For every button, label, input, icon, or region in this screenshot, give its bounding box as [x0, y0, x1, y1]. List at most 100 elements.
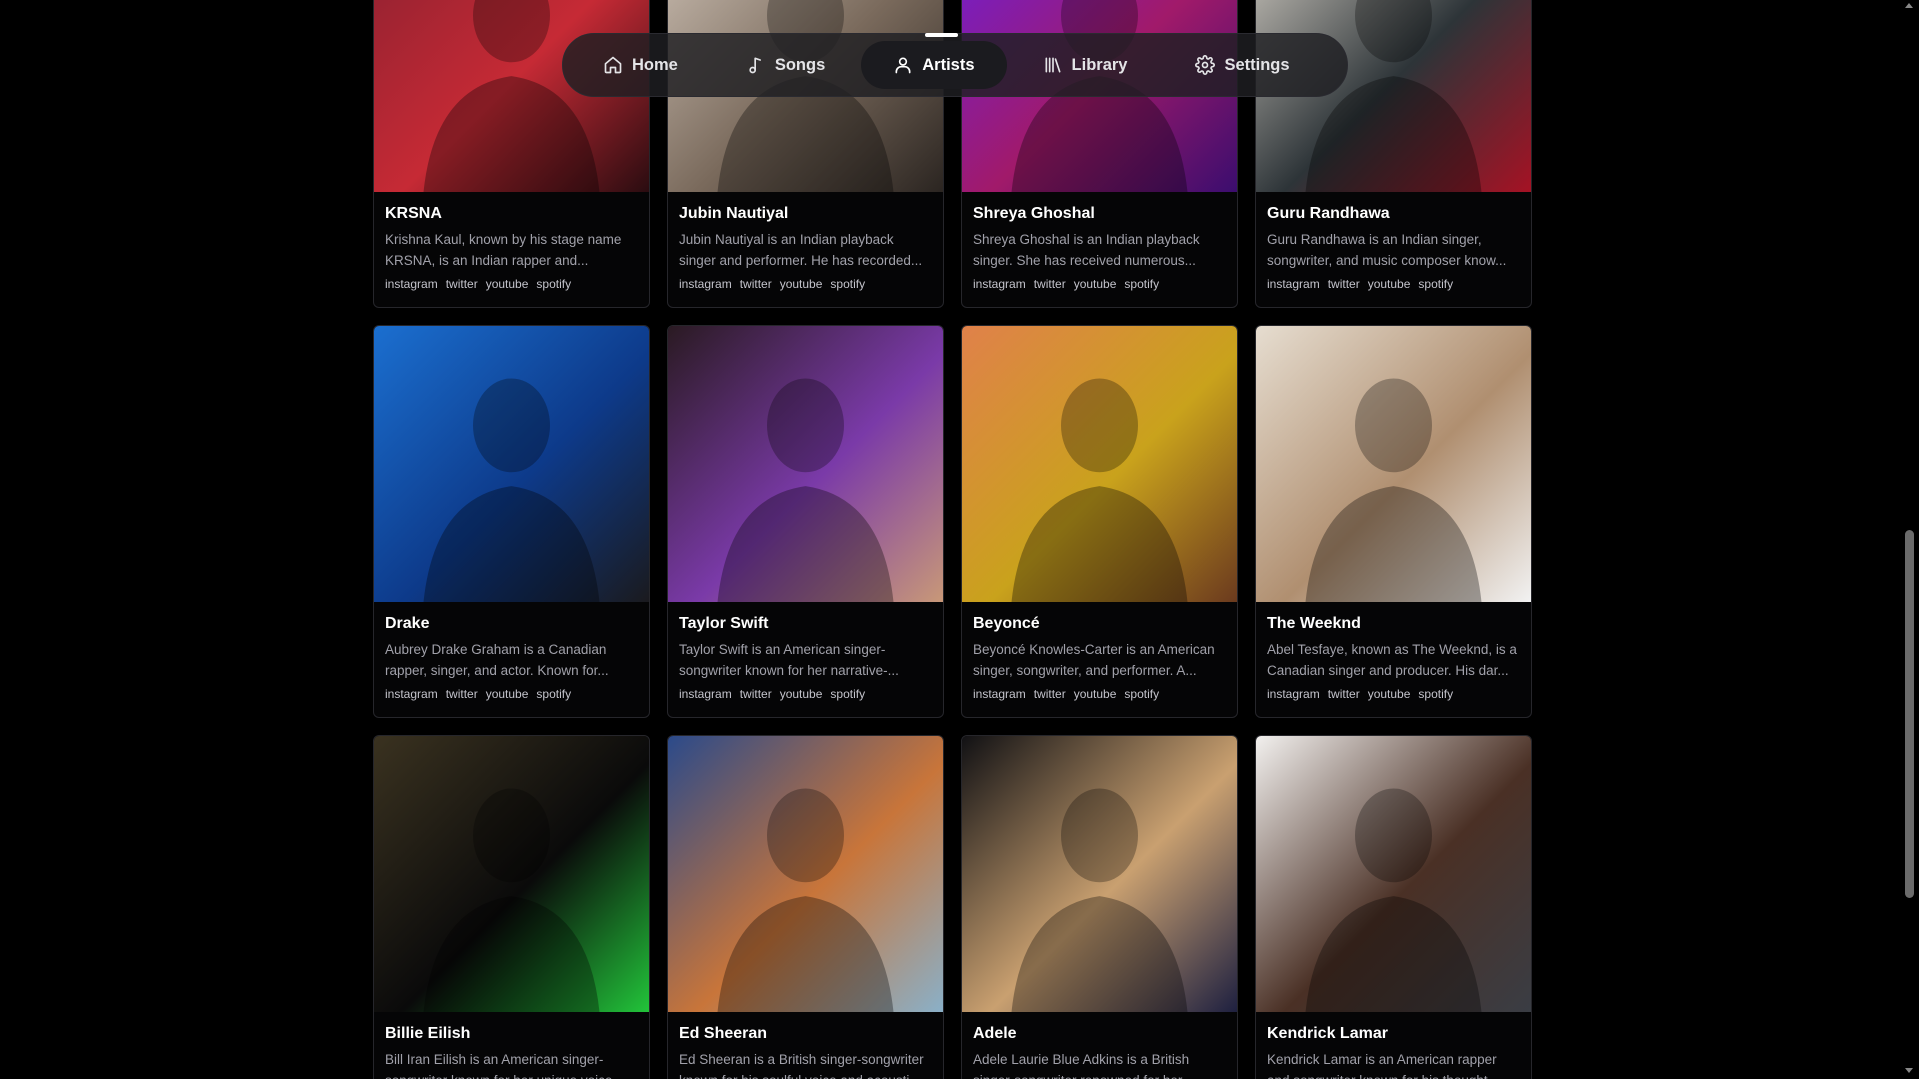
artist-name: Jubin Nautiyal — [679, 205, 789, 222]
twitter-link[interactable]: twitter — [740, 687, 772, 701]
twitter-link[interactable]: twitter — [1034, 277, 1066, 291]
artist-card-kendrick-lamar[interactable]: Kendrick Lamar Kendrick Lamar is an Ameri… — [1255, 735, 1532, 1079]
spotify-link[interactable]: spotify — [1418, 277, 1453, 291]
artist-photo[interactable] — [374, 326, 649, 602]
artist-description: Krishna Kaul, known by his stage name KR… — [385, 232, 622, 268]
spotify-link[interactable]: spotify — [830, 277, 865, 291]
artist-name: KRSNA — [385, 205, 442, 222]
social-links: instagram twitter youtube spotify — [679, 687, 932, 701]
instagram-link[interactable]: instagram — [973, 687, 1026, 701]
instagram-link[interactable]: instagram — [679, 687, 732, 701]
artist-photo[interactable] — [668, 736, 943, 1012]
artist-description: Taylor Swift is an American singer-songw… — [679, 642, 899, 678]
artist-description: Abel Tesfaye, known as The Weeknd, is a … — [1267, 642, 1517, 678]
social-links: instagram twitter youtube spotify — [973, 277, 1226, 291]
artist-photo[interactable] — [962, 736, 1237, 1012]
artist-name: Shreya Ghoshal — [973, 205, 1095, 222]
artist-grid: KRSNA Krishna Kaul, known by his stage na… — [373, 0, 1533, 1079]
instagram-link[interactable]: instagram — [385, 277, 438, 291]
nav-songs-label: Songs — [774, 55, 826, 74]
artist-card-the-weeknd[interactable]: The Weeknd Abel Tesfaye, known as The Wee… — [1255, 325, 1532, 718]
nav-artists-label: Artists — [922, 55, 975, 74]
youtube-link[interactable]: youtube — [1368, 277, 1411, 291]
spotify-link[interactable]: spotify — [1124, 277, 1159, 291]
nav-home[interactable]: Home — [571, 41, 710, 89]
nav-library-label: Library — [1071, 55, 1128, 74]
scrollbar-thumb[interactable] — [1905, 530, 1914, 898]
spotify-link[interactable]: spotify — [536, 277, 571, 291]
spotify-link[interactable]: spotify — [830, 687, 865, 701]
gear-icon — [1195, 55, 1216, 75]
artist-card-ed-sheeran[interactable]: Ed Sheeran Ed Sheeran is a British singer… — [667, 735, 944, 1079]
social-links: instagram twitter youtube spotify — [1267, 277, 1520, 291]
nav-library[interactable]: Library — [1011, 41, 1160, 89]
active-tab-indicator — [925, 33, 958, 37]
scroll-down-arrow-icon[interactable] — [1905, 1068, 1913, 1073]
social-links: instagram twitter youtube spotify — [973, 687, 1226, 701]
instagram-link[interactable]: instagram — [973, 277, 1026, 291]
artist-description: Ed Sheeran is a British singer-songwrite… — [679, 1052, 924, 1079]
artist-description: Bill Iran Eilish is an American singer-s… — [385, 1052, 624, 1079]
social-links: instagram twitter youtube spotify — [385, 277, 638, 291]
artist-description: Beyoncé Knowles-Carter is an American si… — [973, 642, 1215, 678]
artist-card-adele[interactable]: Adele Adele Laurie Blue Adkins is a Briti… — [961, 735, 1238, 1079]
artist-name: Guru Randhawa — [1267, 205, 1390, 222]
youtube-link[interactable]: youtube — [486, 687, 529, 701]
artist-name: Adele — [973, 1025, 1017, 1042]
nav-settings-label: Settings — [1224, 55, 1290, 74]
artist-description: Kendrick Lamar is an American rapper and… — [1267, 1052, 1503, 1079]
nav-settings[interactable]: Settings — [1163, 41, 1321, 89]
youtube-link[interactable]: youtube — [1074, 687, 1117, 701]
youtube-link[interactable]: youtube — [1074, 277, 1117, 291]
youtube-link[interactable]: youtube — [780, 277, 823, 291]
artist-photo[interactable] — [668, 326, 943, 602]
nav-artists[interactable]: Artists — [861, 41, 1007, 89]
artist-card-billie-eilish[interactable]: Billie Eilish Bill Iran Eilish is an Amer… — [373, 735, 650, 1079]
instagram-link[interactable]: instagram — [679, 277, 732, 291]
youtube-link[interactable]: youtube — [1368, 687, 1411, 701]
artist-card-taylor-swift[interactable]: Taylor Swift Taylor Swift is an American … — [667, 325, 944, 718]
twitter-link[interactable]: twitter — [446, 277, 478, 291]
music-note-icon — [749, 57, 761, 74]
spotify-link[interactable]: spotify — [1124, 687, 1159, 701]
instagram-link[interactable]: instagram — [1267, 277, 1320, 291]
library-icon — [1045, 57, 1061, 73]
artist-description: Guru Randhawa is an Indian singer, songw… — [1267, 232, 1507, 268]
top-navbar: Home Songs Artists Library Settings — [562, 33, 1348, 97]
home-icon — [604, 56, 622, 74]
artist-card-beyonce[interactable]: Beyoncé Beyoncé Knowles-Carter is an Amer… — [961, 325, 1238, 718]
youtube-link[interactable]: youtube — [486, 277, 529, 291]
artist-photo[interactable] — [962, 326, 1237, 602]
artist-name: Drake — [385, 615, 430, 632]
twitter-link[interactable]: twitter — [1034, 687, 1066, 701]
twitter-link[interactable]: twitter — [446, 687, 478, 701]
user-icon — [895, 57, 911, 74]
artist-card-drake[interactable]: Drake Aubrey Drake Graham is a Canadian r… — [373, 325, 650, 718]
spotify-link[interactable]: spotify — [536, 687, 571, 701]
social-links: instagram twitter youtube spotify — [679, 277, 932, 291]
youtube-link[interactable]: youtube — [780, 687, 823, 701]
artist-photo[interactable] — [1256, 326, 1531, 602]
artist-description: Jubin Nautiyal is an Indian playback sin… — [679, 232, 923, 268]
artist-name: Kendrick Lamar — [1267, 1025, 1388, 1042]
artist-description: Shreya Ghoshal is an Indian playback sin… — [973, 232, 1200, 268]
artist-photo[interactable] — [374, 736, 649, 1012]
nav-songs[interactable]: Songs — [714, 41, 857, 89]
scroll-up-arrow-icon[interactable] — [1905, 3, 1913, 8]
social-links: instagram twitter youtube spotify — [1267, 687, 1520, 701]
instagram-link[interactable]: instagram — [385, 687, 438, 701]
vertical-scrollbar[interactable] — [1900, 0, 1919, 1079]
artist-name: The Weeknd — [1267, 615, 1361, 632]
instagram-link[interactable]: instagram — [1267, 687, 1320, 701]
twitter-link[interactable]: twitter — [1328, 687, 1360, 701]
artists-page: KRSNA Krishna Kaul, known by his stage na… — [0, 0, 1900, 1079]
spotify-link[interactable]: spotify — [1418, 687, 1453, 701]
artist-name: Taylor Swift — [679, 615, 769, 632]
twitter-link[interactable]: twitter — [1328, 277, 1360, 291]
artist-name: Ed Sheeran — [679, 1025, 768, 1042]
artist-description: Adele Laurie Blue Adkins is a British si… — [973, 1052, 1193, 1079]
artist-photo[interactable] — [1256, 736, 1531, 1012]
artist-name: Billie Eilish — [385, 1025, 471, 1042]
twitter-link[interactable]: twitter — [740, 277, 772, 291]
social-links: instagram twitter youtube spotify — [385, 687, 638, 701]
